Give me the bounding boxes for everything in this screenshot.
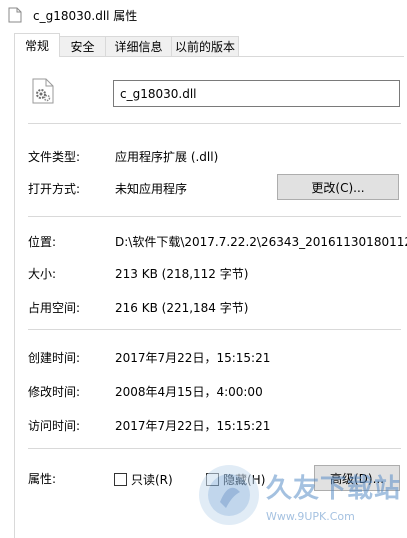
- watermark-text: 久友下载站: [266, 474, 402, 504]
- window-title: c_g18030.dll 属性: [33, 9, 138, 23]
- change-button[interactable]: 更改(C)...: [277, 174, 399, 200]
- separator: [28, 123, 401, 124]
- checkbox-box[interactable]: [114, 473, 127, 486]
- location-label: 位置:: [28, 235, 57, 249]
- readonly-label: 只读(R): [131, 473, 173, 487]
- title-bar: c_g18030.dll 属性: [0, 0, 407, 30]
- readonly-checkbox[interactable]: 只读(R): [114, 471, 173, 488]
- tab-details[interactable]: 详细信息: [105, 36, 172, 56]
- accessed-value: 2017年7月22日，15:15:21: [115, 419, 271, 433]
- tab-strip: 常规 安全 详细信息 以前的版本: [0, 33, 407, 57]
- separator: [28, 329, 401, 330]
- modified-value: 2008年4月15日，4:00:00: [115, 385, 263, 399]
- created-value: 2017年7月22日，15:15:21: [115, 351, 271, 365]
- watermark: 久友下载站 Www.9UPK.Com: [196, 460, 402, 532]
- location-value: D:\软件下载\2017.7.22.2\26343_20161130180112: [115, 235, 407, 249]
- size-on-disk-value: 216 KB (221,184 字节): [115, 301, 249, 315]
- created-label: 创建时间:: [28, 351, 81, 365]
- size-label: 大小:: [28, 267, 57, 281]
- tab-general[interactable]: 常规: [14, 33, 60, 57]
- file-name-field[interactable]: [113, 80, 400, 107]
- file-type-label: 文件类型:: [28, 150, 81, 164]
- accessed-label: 访问时间:: [28, 419, 81, 433]
- modified-label: 修改时间:: [28, 385, 81, 399]
- opens-with-value: 未知应用程序: [115, 182, 188, 196]
- size-on-disk-label: 占用空间:: [28, 301, 81, 315]
- separator: [28, 448, 401, 449]
- watermark-logo-icon: [199, 465, 259, 525]
- opens-with-label: 打开方式:: [28, 182, 81, 196]
- size-value: 213 KB (218,112 字节): [115, 267, 249, 281]
- file-icon: [8, 7, 22, 23]
- separator: [28, 216, 401, 217]
- file-type-value: 应用程序扩展 (.dll): [115, 150, 219, 164]
- watermark-url: Www.9UPK.Com: [266, 510, 355, 523]
- tab-previous-versions[interactable]: 以前的版本: [171, 36, 239, 56]
- attributes-label: 属性:: [28, 472, 57, 486]
- dll-gear-file-icon: [32, 78, 54, 104]
- tab-security[interactable]: 安全: [59, 36, 106, 56]
